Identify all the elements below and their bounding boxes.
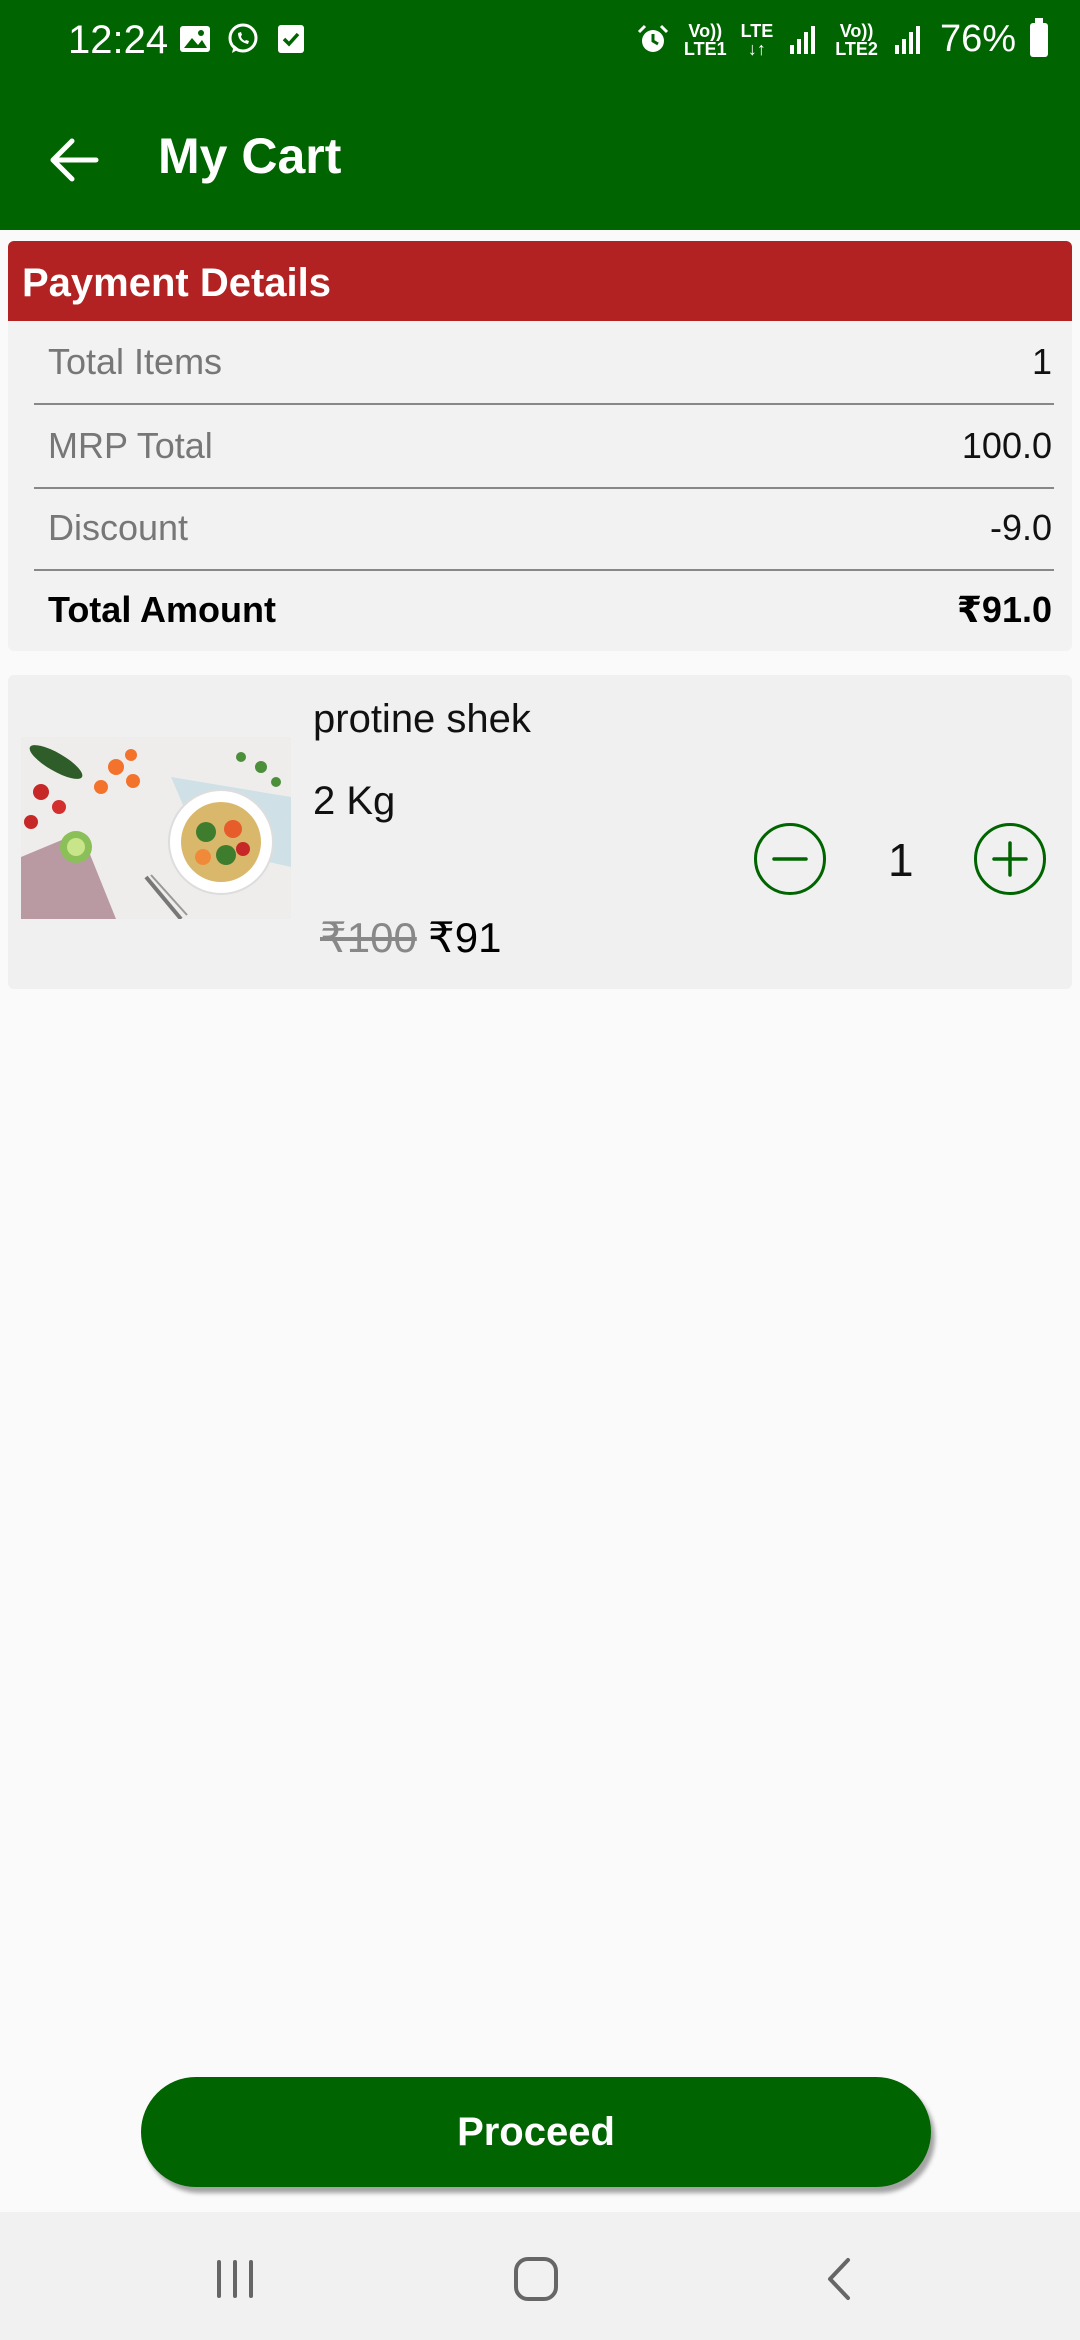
payment-row-total-items: Total Items 1 (34, 321, 1054, 405)
network-sim1-bottom: LTE1 (683, 38, 727, 59)
payment-row-total-amount: Total Amount ₹91.0 (34, 569, 1054, 651)
payment-details-card: Payment Details Total Items 1 MRP Total … (8, 241, 1072, 651)
product-weight: 2 Kg (313, 779, 396, 823)
product-image[interactable] (21, 737, 291, 919)
notification-icons (178, 22, 308, 56)
payment-value: ₹91.0 (956, 589, 1052, 630)
top-bar: 12:24 Vo)) LTE1 LTE ↓↑ Vo)) LTE2 76% My … (0, 0, 1080, 230)
payment-details-header: Payment Details (8, 241, 1072, 321)
battery-icon (1030, 17, 1048, 57)
network-sim2-top: Vo)) (839, 20, 874, 41)
payment-value: 100.0 (961, 425, 1052, 466)
product-name: protine shek (313, 697, 531, 741)
payment-row-discount: Discount -9.0 (34, 487, 1054, 571)
system-indicators: Vo)) LTE1 LTE ↓↑ Vo)) LTE2 76% (636, 17, 1048, 61)
minus-icon (772, 857, 808, 861)
image-icon (178, 22, 212, 56)
plus-icon (992, 841, 1028, 877)
signal-icon (892, 23, 926, 57)
battery-percent: 76% (939, 18, 1016, 60)
alarm-icon (636, 23, 670, 57)
page-title: My Cart (158, 128, 342, 184)
proceed-button[interactable]: Proceed (141, 2077, 931, 2187)
network-sim1-top: Vo)) (688, 20, 723, 41)
whatsapp-icon (226, 22, 260, 56)
cart-item: protine shek 2 Kg ₹100 ₹91 1 (8, 675, 1072, 989)
network-lte-top: LTE (740, 20, 774, 41)
back-arrow-icon[interactable] (38, 125, 108, 195)
network-lte-bottom: ↓↑ (747, 38, 766, 59)
app-bar: My Cart (0, 95, 1080, 225)
home-icon[interactable] (506, 2254, 566, 2304)
payment-value: 1 (1031, 341, 1052, 382)
increase-quantity-button[interactable] (974, 823, 1046, 895)
product-mrp: ₹100 (320, 914, 417, 961)
checkbox-icon (274, 22, 308, 56)
system-nav-bar (0, 2212, 1080, 2340)
network-lte: LTE ↓↑ (741, 22, 774, 58)
decrease-quantity-button[interactable] (754, 823, 826, 895)
recents-icon[interactable] (205, 2254, 265, 2304)
network-sim2-bottom: LTE2 (835, 38, 878, 59)
payment-value: -9.0 (989, 507, 1052, 548)
signal-icon (787, 23, 821, 57)
network-sim1: Vo)) LTE1 (684, 22, 727, 58)
payment-label: MRP Total (48, 425, 213, 466)
network-sim2: Vo)) LTE2 (835, 22, 878, 58)
payment-label: Discount (48, 507, 189, 548)
payment-row-mrp-total: MRP Total 100.0 (34, 405, 1054, 489)
payment-label: Total Amount (48, 589, 276, 630)
back-icon[interactable] (810, 2254, 870, 2304)
product-price: ₹91 (428, 914, 502, 961)
status-bar: 12:24 Vo)) LTE1 LTE ↓↑ Vo)) LTE2 76% (0, 0, 1080, 80)
status-time: 12:24 (68, 18, 169, 62)
payment-label: Total Items (48, 341, 223, 382)
quantity-value: 1 (888, 834, 914, 886)
